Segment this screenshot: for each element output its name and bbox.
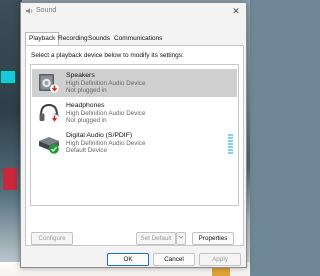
tab-bar: Playback Recording Sounds Communications (25, 32, 242, 45)
close-button[interactable]: ✕ (230, 5, 242, 17)
device-description: High Definition Audio Device (66, 80, 146, 87)
device-name: Speakers (66, 72, 95, 79)
device-name: Digital Audio (S/PDIF) (66, 132, 133, 139)
desktop-left-strip (0, 0, 22, 276)
playback-panel: Select a playback device below to modify… (25, 45, 244, 246)
device-status: Default Device (66, 147, 107, 154)
tab-sounds[interactable]: Sounds (85, 33, 113, 44)
device-status: Not plugged in (66, 87, 107, 94)
set-default-dropdown[interactable] (176, 232, 186, 245)
device-name: Headphones (66, 102, 105, 109)
sound-dialog: Sound ✕ Playback Recording Sounds Commun… (20, 2, 247, 268)
title-bar[interactable]: Sound ✕ (21, 3, 246, 19)
configure-button[interactable]: Configure (31, 232, 73, 245)
red-down-arrow-icon (50, 114, 59, 123)
apply-button[interactable]: Apply (199, 253, 241, 266)
device-item-headphones[interactable]: Headphones High Definition Audio Device … (32, 99, 237, 127)
instruction-text: Select a playback device below to modify… (31, 52, 184, 59)
green-check-icon (49, 144, 59, 154)
tab-communications[interactable]: Communications (111, 33, 165, 44)
set-default-button[interactable]: Set Default (136, 232, 176, 245)
properties-button[interactable]: Properties (192, 232, 234, 245)
desktop-shortcut-fragment (3, 168, 17, 190)
volume-level-meter (228, 134, 233, 154)
speaker-icon (26, 7, 34, 15)
red-down-arrow-icon (50, 84, 59, 93)
device-description: High Definition Audio Device (66, 110, 146, 117)
device-description: High Definition Audio Device (66, 140, 146, 147)
desktop-window-fragment (0, 70, 16, 84)
device-list: Speakers High Definition Audio Device No… (30, 64, 239, 206)
device-item-speakers[interactable]: Speakers High Definition Audio Device No… (32, 69, 237, 97)
cancel-button[interactable]: Cancel (153, 253, 195, 266)
device-item-digital-audio[interactable]: Digital Audio (S/PDIF) High Definition A… (32, 129, 237, 157)
window-title: Sound (36, 7, 57, 14)
device-status: Not plugged in (66, 117, 107, 124)
chevron-down-icon (178, 235, 184, 242)
ok-button[interactable]: OK (107, 253, 149, 266)
